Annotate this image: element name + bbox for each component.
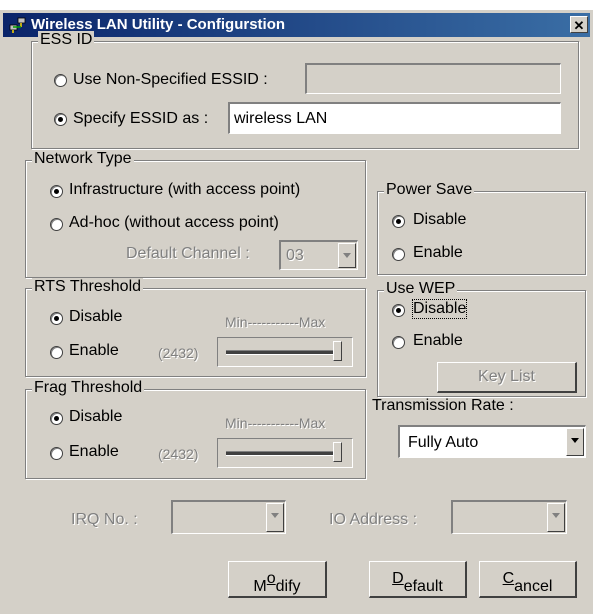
frag-threshold-group: Frag Threshold Disable Enable (2432) Min…	[25, 379, 366, 479]
cancel-label-key: C	[502, 570, 515, 587]
chevron-down-icon[interactable]	[338, 243, 356, 268]
modify-button[interactable]: Modify	[228, 561, 327, 598]
rts-threshold-legend: RTS Threshold	[32, 278, 144, 296]
modify-label-post: dify	[275, 578, 301, 595]
configuration-window: Wireless LAN Utility - Configurstion ✕ E…	[0, 10, 593, 614]
transmission-rate-select[interactable]: Fully Auto	[398, 425, 586, 458]
use-wep-legend: Use WEP	[384, 280, 458, 298]
rts-enable-label[interactable]: Enable	[69, 342, 119, 360]
rts-range-label: Min-----------Max	[225, 314, 325, 330]
frag-threshold-legend: Frag Threshold	[32, 379, 145, 397]
radio-frag-enable[interactable]	[50, 447, 63, 460]
chevron-down-icon[interactable]	[266, 503, 284, 532]
rts-range-min: Min	[225, 314, 248, 330]
irq-label: IRQ No. :	[71, 511, 138, 528]
essid-legend: ESS ID	[38, 31, 95, 49]
use-wep-group: Use WEP Disable Enable Key List	[377, 280, 586, 397]
cancel-label-post: ancel	[514, 578, 553, 595]
frag-range-max: Max	[298, 415, 326, 431]
cancel-label: Cancel	[502, 570, 553, 595]
irq-select[interactable]	[171, 500, 286, 534]
radio-power-save-disable[interactable]	[392, 215, 405, 228]
rts-range-dashes: -----------	[247, 314, 299, 330]
default-channel-value: 03	[286, 247, 304, 264]
specify-essid-label[interactable]: Specify ESSID as :	[73, 110, 208, 128]
modify-label-pre: M	[253, 578, 267, 595]
rts-threshold-group: RTS Threshold Disable Enable (2432) Min-…	[25, 278, 366, 377]
frag-range-min: Min	[225, 415, 248, 431]
wep-disable-label[interactable]: Disable	[411, 299, 468, 319]
frag-enable-label[interactable]: Enable	[69, 443, 119, 461]
radio-rts-enable[interactable]	[50, 346, 63, 359]
frag-value: (2432)	[158, 446, 199, 462]
radio-nonspecified-essid[interactable]	[54, 74, 67, 87]
modify-label: Modify	[253, 570, 300, 595]
default-label-key: D	[392, 570, 404, 587]
radio-infrastructure[interactable]	[50, 185, 63, 198]
power-save-enable-label[interactable]: Enable	[413, 244, 463, 262]
frag-range-label: Min-----------Max	[225, 415, 325, 431]
radio-wep-enable[interactable]	[392, 336, 405, 349]
nonspecified-essid-label[interactable]: Use Non-Specified ESSID :	[73, 71, 268, 89]
wep-enable-label[interactable]: Enable	[413, 332, 463, 350]
power-save-disable-label[interactable]: Disable	[413, 211, 466, 229]
modify-label-key: o	[266, 570, 276, 587]
radio-adhoc[interactable]	[50, 218, 63, 231]
close-button[interactable]: ✕	[570, 16, 588, 33]
network-type-legend: Network Type	[32, 150, 134, 168]
power-save-legend: Power Save	[384, 181, 475, 199]
radio-wep-disable[interactable]	[392, 304, 405, 317]
essid-group: ESS ID Use Non-Specified ESSID : Specify…	[31, 31, 579, 149]
rts-slider-thumb[interactable]	[333, 341, 342, 361]
rts-range-max: Max	[298, 314, 326, 330]
key-list-button[interactable]: Key List	[437, 362, 577, 393]
power-save-group: Power Save Disable Enable	[377, 181, 586, 275]
default-channel-label: Default Channel :	[126, 245, 250, 262]
default-button[interactable]: Default	[369, 561, 467, 598]
nonspecified-essid-field[interactable]	[305, 63, 561, 94]
essid-input[interactable]: wireless LAN	[228, 102, 561, 134]
rts-slider[interactable]	[217, 337, 353, 367]
infrastructure-label[interactable]: Infrastructure (with access point)	[69, 181, 300, 199]
frag-slider-track	[226, 451, 340, 456]
transmission-rate-label: Transmission Rate :	[372, 397, 514, 414]
key-list-label: Key List	[478, 368, 535, 385]
frag-disable-label[interactable]: Disable	[69, 408, 122, 426]
rts-disable-label[interactable]: Disable	[69, 308, 122, 326]
frag-slider[interactable]	[217, 438, 353, 468]
chevron-down-icon[interactable]	[566, 428, 584, 456]
radio-specify-essid[interactable]	[54, 113, 67, 126]
adhoc-label[interactable]: Ad-hoc (without access point)	[69, 214, 279, 232]
default-label: Default	[392, 570, 443, 595]
network-type-group: Network Type Infrastructure (with access…	[25, 150, 366, 278]
io-address-select[interactable]	[451, 500, 567, 534]
cancel-button[interactable]: Cancel	[479, 561, 577, 598]
frag-slider-thumb[interactable]	[333, 442, 342, 462]
io-address-label: IO Address :	[329, 511, 418, 528]
frag-range-dashes: -----------	[247, 415, 299, 431]
network-computers-icon	[9, 17, 26, 33]
radio-frag-disable[interactable]	[50, 412, 63, 425]
close-icon: ✕	[573, 18, 585, 33]
default-label-post: efault	[403, 578, 443, 595]
default-channel-select[interactable]: 03	[279, 240, 358, 270]
chevron-down-icon[interactable]	[547, 503, 565, 532]
rts-value: (2432)	[158, 345, 199, 361]
radio-rts-disable[interactable]	[50, 312, 63, 325]
rts-slider-track	[226, 350, 340, 355]
transmission-rate-value: Fully Auto	[408, 434, 479, 451]
radio-power-save-enable[interactable]	[392, 248, 405, 261]
